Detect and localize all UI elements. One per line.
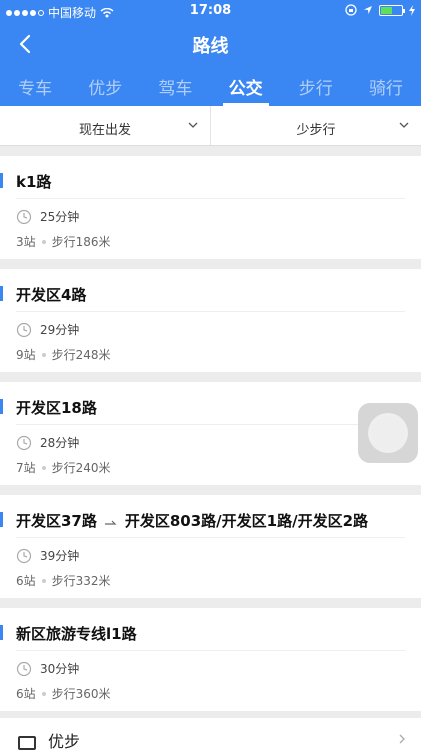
chevron-down-icon [188, 122, 198, 128]
separator-dot [41, 578, 46, 583]
route-line-name: 开发区18路 [16, 399, 97, 417]
route-walk-distance: 步行360米 [51, 687, 111, 701]
route-stops: 3站 [16, 235, 36, 249]
route-card[interactable]: 开发区37路 开发区803路/开发区1路/开发区2路 39分钟 6站 步行332米 [0, 495, 421, 598]
route-duration: 39分钟 [40, 549, 80, 563]
route-duration-row: 30分钟 [16, 660, 79, 677]
route-line-name: 开发区37路 开发区803路/开发区1路/开发区2路 [16, 512, 369, 530]
battery-icon [379, 4, 405, 16]
clock-icon [16, 435, 32, 450]
transport-mode-tabs: 专车 优步 驾车 公交 步行 骑行 [0, 66, 421, 106]
divider [16, 311, 405, 312]
status-right [345, 4, 415, 16]
route-accent-bar [0, 173, 3, 188]
filter-bar: 现在出发 少步行 [0, 106, 421, 146]
route-preference-label: 少步行 [296, 123, 336, 138]
separator-dot [41, 691, 46, 696]
route-stops-row: 6站 步行332米 [16, 572, 111, 589]
divider [16, 198, 405, 199]
departure-time-dropdown[interactable]: 现在出发 [0, 106, 210, 145]
route-stops: 9站 [16, 348, 36, 362]
tab-uber[interactable]: 优步 [70, 66, 140, 106]
route-line-name: k1路 [16, 173, 52, 191]
tab-walking[interactable]: 步行 [281, 66, 351, 106]
clock-icon [16, 209, 32, 224]
route-stops-row: 3站 步行186米 [16, 233, 111, 250]
route-accent-bar [0, 625, 3, 640]
route-duration: 28分钟 [40, 436, 80, 450]
uber-option-label: 优步 [48, 732, 81, 750]
route-accent-bar [0, 286, 3, 301]
route-accent-bar [0, 512, 3, 527]
charging-icon [409, 4, 415, 16]
route-walk-distance: 步行248米 [51, 348, 111, 362]
chevron-right-icon [399, 734, 405, 744]
route-card[interactable]: 新区旅游专线l1路 30分钟 6站 步行360米 [0, 608, 421, 711]
orientation-lock-icon [345, 4, 357, 16]
route-stops-row: 9站 步行248米 [16, 346, 111, 363]
route-duration: 29分钟 [40, 323, 80, 337]
route-accent-bar [0, 399, 3, 414]
assistive-touch-ring [372, 417, 404, 449]
route-card[interactable]: 开发区4路 29分钟 9站 步行248米 [0, 269, 421, 372]
separator-dot [41, 239, 46, 244]
assistive-touch-button[interactable] [358, 403, 418, 463]
route-walk-distance: 步行186米 [51, 235, 111, 249]
uber-option-card[interactable]: 优步 [0, 718, 421, 750]
tab-transit[interactable]: 公交 [211, 66, 281, 106]
route-stops-row: 7站 步行240米 [16, 459, 111, 476]
route-stops: 6站 [16, 687, 36, 701]
departure-time-label: 现在出发 [78, 123, 131, 138]
separator-dot [41, 352, 46, 357]
nav-bar: 路线 [0, 22, 421, 66]
route-duration-row: 29分钟 [16, 321, 79, 338]
route-duration-row: 28分钟 [16, 434, 79, 451]
clock-icon [16, 322, 32, 337]
location-icon [364, 6, 372, 14]
status-bar: 中国移动 17:08 [0, 0, 421, 22]
route-stops: 7站 [16, 461, 36, 475]
clock-icon [16, 548, 32, 563]
route-preference-dropdown[interactable]: 少步行 [210, 106, 421, 145]
divider [16, 650, 405, 651]
car-icon [18, 736, 36, 750]
route-card[interactable]: k1路 25分钟 3站 步行186米 [0, 156, 421, 259]
tab-cycling[interactable]: 骑行 [351, 66, 421, 106]
route-walk-distance: 步行240米 [51, 461, 111, 475]
route-duration-row: 25分钟 [16, 208, 79, 225]
tab-car-service[interactable]: 专车 [0, 66, 70, 106]
clock-icon [16, 661, 32, 676]
route-transfer-lines: 开发区803路/开发区1路/开发区2路 [124, 512, 369, 530]
route-line-name: 新区旅游专线l1路 [16, 625, 137, 643]
route-walk-distance: 步行332米 [51, 574, 111, 588]
route-line-name: 开发区4路 [16, 286, 87, 304]
transfer-arrow-icon [104, 520, 117, 525]
route-duration: 25分钟 [40, 210, 80, 224]
route-duration: 30分钟 [40, 662, 80, 676]
route-duration-row: 39分钟 [16, 547, 79, 564]
chevron-down-icon [399, 122, 409, 128]
route-stops: 6站 [16, 574, 36, 588]
route-stops-row: 6站 步行360米 [16, 685, 111, 702]
page-title: 路线 [192, 36, 229, 57]
divider [16, 424, 405, 425]
divider [16, 537, 405, 538]
separator-dot [41, 465, 46, 470]
tab-driving[interactable]: 驾车 [140, 66, 210, 106]
